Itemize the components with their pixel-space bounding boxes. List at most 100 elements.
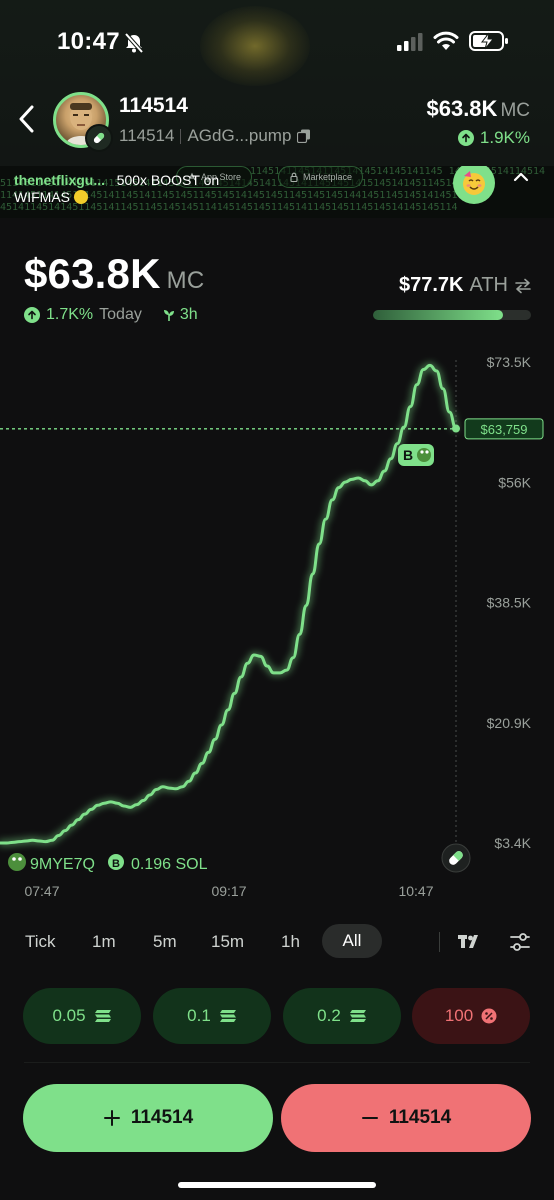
today-label: Today (99, 306, 142, 323)
interval-all[interactable]: All (322, 924, 382, 958)
x-axis-tick: 09:17 (211, 883, 246, 899)
pill-floating-button[interactable] (441, 843, 471, 873)
quick-buy-amount: 0.1 (187, 1006, 211, 1025)
ath-label: ATH (469, 274, 508, 296)
quick-buy-amount: 0.05 (52, 1006, 86, 1025)
sprout-icon (163, 310, 174, 321)
divider (180, 128, 182, 144)
age-indicator: 3h (162, 306, 198, 324)
trader-badge-text: B (112, 858, 120, 870)
solana-icon (219, 1010, 236, 1022)
contract-address[interactable]: AGdG...pump (187, 126, 291, 146)
trader-id: 9MYE7Q (30, 856, 95, 873)
y-axis-tick: $73.5K (487, 354, 532, 370)
solana-icon (349, 1010, 366, 1022)
age-value: 3h (179, 306, 198, 323)
plus-icon (103, 1110, 120, 1126)
header-mc-unit: MC (500, 100, 530, 121)
trade-badge-text: B (403, 447, 413, 463)
ath-value: $77.7K (398, 274, 464, 296)
quick-sell-100-percent[interactable]: 100 (412, 988, 530, 1044)
interval-15m[interactable]: 15m (211, 932, 244, 952)
current-price-label: $63,759 (464, 418, 544, 440)
quick-buy-0.1[interactable]: 0.1 (153, 988, 271, 1044)
party-face-icon (463, 171, 485, 195)
market-cap-unit: MC (166, 267, 205, 294)
today-change-row: 1.7K% Today 3h (24, 306, 198, 324)
ticker-user: thenetflixgu... (14, 172, 105, 188)
up-arrow-icon (457, 130, 474, 146)
swap-icon[interactable] (514, 278, 532, 294)
token-name: 114514 (119, 94, 188, 117)
silent-bell-icon (124, 32, 144, 54)
home-indicator (178, 1182, 376, 1188)
interval-1m[interactable]: 1m (92, 932, 116, 952)
buy-trade-marker[interactable]: B (398, 444, 434, 466)
header-market-cap: $63.8K MC (426, 96, 530, 122)
minus-icon (361, 1117, 378, 1119)
y-axis-tick: $56K (498, 474, 531, 490)
interval-5m[interactable]: 5m (153, 932, 177, 952)
market-cap-large: $63.8K MC (24, 250, 204, 298)
token-header: 114514 114514 AGdG...pump $63.8K MC 1.9K% (0, 88, 554, 164)
interval-selector: Tick 1m 5m 15m 1h All (0, 922, 554, 962)
trader-row[interactable]: 9MYE7Q B 0.196 SOL (8, 853, 208, 873)
divider (24, 1062, 530, 1063)
interval-1h[interactable]: 1h (281, 932, 300, 952)
y-axis-tick: $3.4K (494, 835, 531, 851)
collapse-chevron-icon[interactable] (512, 170, 530, 184)
ath-progress-fill (373, 310, 503, 320)
tradingview-icon[interactable] (458, 933, 482, 951)
solana-icon (94, 1010, 111, 1022)
market-cap-value: $63.8K (24, 250, 161, 297)
divider (439, 932, 440, 952)
trader-amount: 0.196 SOL (131, 856, 208, 873)
price-chart[interactable]: $73.5K $56K $38.5K $20.9K $3.4K $63,759 B 07… (0, 340, 554, 910)
quick-sell-amount: 100 (444, 1006, 474, 1025)
x-axis-tick: 07:47 (24, 883, 59, 899)
buy-label: 114514 (130, 1107, 194, 1128)
ticker-text: 500x BOOST on (116, 172, 220, 188)
marketplace-label: Marketplace (303, 172, 353, 182)
percent-icon (481, 1008, 497, 1024)
trader-avatar-icon (8, 853, 26, 871)
interval-tick[interactable]: Tick (25, 932, 56, 952)
y-axis-tick: $38.5K (487, 595, 532, 611)
x-axis-tick: 10:47 (398, 883, 433, 899)
battery-charging-icon (469, 31, 508, 51)
price-line (0, 363, 458, 845)
sell-label: 114514 (388, 1107, 452, 1128)
ath-progress-bar (373, 310, 531, 320)
sell-button[interactable]: 114514 (281, 1084, 531, 1152)
wifi-icon (433, 31, 459, 50)
marketplace-pill[interactable]: Marketplace (278, 166, 364, 188)
boost-ticker[interactable]: 11451411451411451414514145141145 1451414… (0, 166, 554, 218)
chart-settings-icon[interactable] (509, 931, 531, 953)
pepe-icon (417, 448, 431, 462)
status-time: 10:47 (57, 28, 120, 55)
lock-icon (290, 172, 298, 182)
copy-icon[interactable] (297, 129, 311, 143)
header-change-value: 1.9K% (479, 128, 530, 147)
ath-display[interactable]: $77.7K ATH (399, 274, 532, 297)
ticker-text-2: WIFMAS (14, 189, 70, 205)
pill-badge-icon (85, 124, 113, 152)
quick-buy-amount: 0.2 (317, 1006, 341, 1025)
buy-button[interactable]: 114514 (23, 1084, 273, 1152)
ticker-message: thenetflixgu... 500x BOOST on WIFMAS (14, 172, 219, 206)
cellular-signal-icon (397, 33, 423, 51)
token-symbol: 114514 (119, 126, 175, 145)
up-arrow-icon (24, 307, 40, 323)
header-mc-value: $63.8K (426, 96, 498, 121)
y-axis-tick: $20.9K (487, 715, 532, 731)
current-price-text: $63,759 (481, 422, 528, 437)
quick-buy-0.2[interactable]: 0.2 (283, 988, 401, 1044)
coin-emoji-icon (74, 190, 88, 204)
quick-buy-0.05[interactable]: 0.05 (23, 988, 141, 1044)
header-change: 1.9K% (457, 128, 530, 148)
status-bar: 10:47 (0, 0, 554, 80)
today-change-value: 1.7K% (46, 306, 94, 323)
back-chevron-icon[interactable] (16, 104, 38, 134)
token-subtitle: 114514 AGdG...pump (119, 126, 311, 146)
last-price-dot (452, 424, 460, 433)
